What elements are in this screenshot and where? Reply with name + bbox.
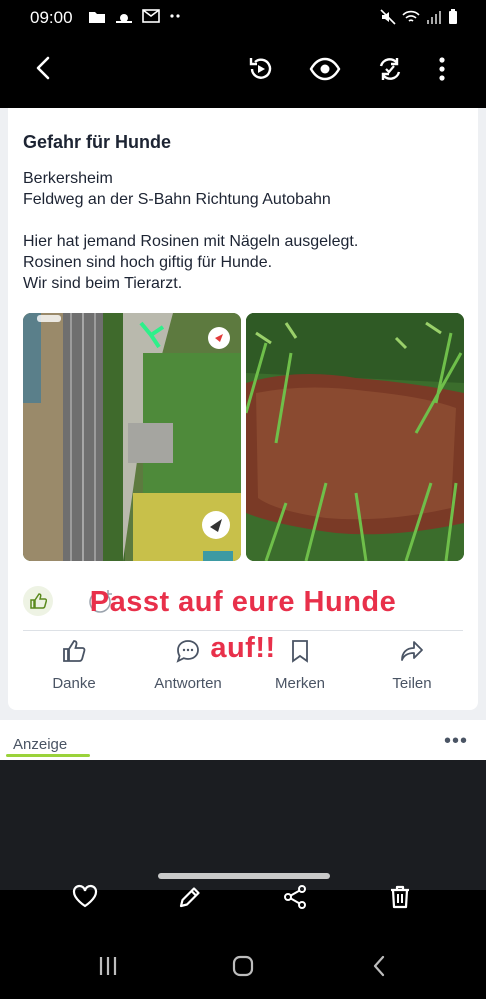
action-divider xyxy=(23,630,463,631)
signal-icon xyxy=(427,11,441,24)
share-label: Teilen xyxy=(392,675,432,692)
post-title: Gefahr für Hunde xyxy=(23,132,172,152)
thanks-label: Danke xyxy=(52,675,96,692)
post-location-detail: Feldweg an der S-Bahn Richtung Autobahn xyxy=(23,191,331,208)
replay-icon[interactable] xyxy=(247,55,275,83)
post-body-line: Wir sind beim Tierarzt. xyxy=(23,275,183,292)
mail-icon xyxy=(142,9,160,23)
overlay-caption-line1: Passt auf eure Hunde xyxy=(89,586,397,618)
ad-strip: Anzeige ••• xyxy=(0,720,486,760)
battery-icon xyxy=(449,9,457,24)
viewer-toolbar xyxy=(0,38,486,104)
reply-label: Antworten xyxy=(154,675,222,692)
nav-back-icon[interactable] xyxy=(370,954,388,978)
ad-more-button[interactable]: ••• xyxy=(444,730,468,753)
post-body-line: Hier hat jemand Rosinen mit Nägeln ausge… xyxy=(23,233,359,250)
eye-icon[interactable] xyxy=(309,55,341,83)
pencil-icon[interactable] xyxy=(177,884,203,910)
system-status-icons xyxy=(380,9,458,25)
aerial-map-image[interactable] xyxy=(23,313,241,561)
viewer-bottom-actions xyxy=(0,878,486,918)
weather-icon xyxy=(116,14,132,23)
post-card: Gefahr für Hunde Berkersheim Feldweg an … xyxy=(8,108,478,710)
heart-icon[interactable] xyxy=(72,884,98,908)
status-bar: 09:00 xyxy=(0,0,486,36)
more-notifications-icon xyxy=(170,14,180,18)
folder-icon xyxy=(89,12,105,23)
notification-icons xyxy=(88,9,182,25)
more-vertical-icon[interactable] xyxy=(434,55,450,83)
ad-label: Anzeige xyxy=(13,736,68,753)
home-icon[interactable] xyxy=(231,954,255,978)
recents-icon[interactable] xyxy=(97,954,119,978)
mute-icon xyxy=(380,9,396,25)
trash-icon[interactable] xyxy=(388,884,412,910)
ad-progress-underline xyxy=(6,754,90,757)
save-label: Merken xyxy=(274,675,326,692)
share-icon[interactable] xyxy=(282,884,308,910)
sync-icon[interactable] xyxy=(376,55,404,83)
viewer-background xyxy=(0,760,486,890)
raisins-photo-image[interactable] xyxy=(246,313,464,561)
wifi-icon xyxy=(402,10,420,22)
post-body-line: Rosinen sind hoch giftig für Hunde. xyxy=(23,254,273,271)
overlay-caption-line2: auf!! xyxy=(210,632,276,664)
post-location: Berkersheim xyxy=(23,170,113,187)
back-icon[interactable] xyxy=(32,55,56,81)
status-time: 09:00 xyxy=(30,8,73,27)
system-nav-bar xyxy=(0,940,486,996)
